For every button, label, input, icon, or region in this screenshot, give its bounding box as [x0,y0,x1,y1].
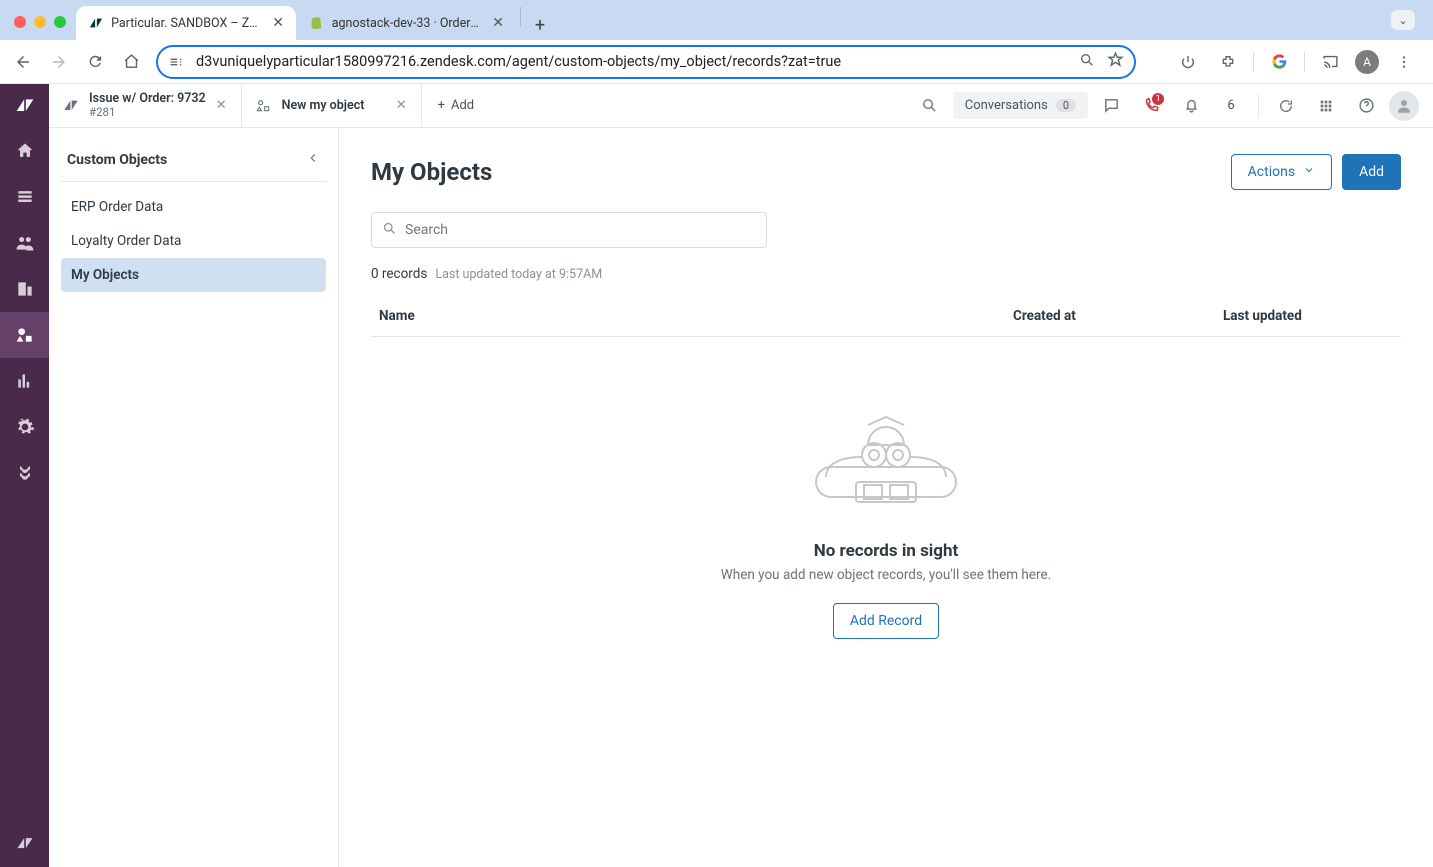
conversations-label: Conversations [965,98,1048,113]
url-text: d3vuniquelyparticular1580997216.zendesk.… [196,53,1079,70]
column-updated[interactable]: Last updated [1223,308,1393,324]
nav-views-icon[interactable] [0,174,49,220]
empty-illustration-icon [786,397,986,517]
ticket-icon [63,98,79,114]
sidebar-item[interactable]: Loyalty Order Data [61,224,326,258]
window-max-dot[interactable] [54,16,66,28]
add-tab-label: Add [451,98,474,113]
shopify-favicon-icon [308,15,324,31]
tab-divider [520,7,521,27]
google-icon[interactable] [1264,47,1294,77]
zoom-icon[interactable] [1079,52,1095,72]
site-settings-icon[interactable] [168,54,186,70]
page-title: My Objects [371,158,492,186]
nav-admin-icon[interactable] [0,404,49,450]
zendesk-favicon-icon [88,15,103,31]
nav-home-icon[interactable] [0,128,49,174]
browser-forward-button[interactable] [44,47,74,77]
bell-icon[interactable] [1174,89,1208,123]
workspace-add-tab-button[interactable]: + Add [422,84,492,127]
records-count: 0 records [371,266,427,282]
conversations-button[interactable]: Conversations 0 [953,92,1088,119]
window-controls [6,16,76,40]
empty-state: No records in sight When you add new obj… [676,397,1096,639]
product-rail [0,84,49,867]
collapse-panel-icon[interactable] [306,150,320,169]
plus-icon: + [438,98,445,113]
nav-customers-icon[interactable] [0,220,49,266]
browser-tab[interactable]: Particular. SANDBOX – Zend ✕ [76,6,296,40]
sidebar-item[interactable]: ERP Order Data [61,190,326,224]
browser-toolbar: d3vuniquelyparticular1580997216.zendesk.… [0,40,1433,84]
page-content: My Objects Actions Add [339,128,1433,867]
browser-home-button[interactable] [116,47,146,77]
browser-back-button[interactable] [8,47,38,77]
close-icon[interactable]: ✕ [216,98,227,113]
apps-grid-icon[interactable] [1309,89,1343,123]
workspace-tab-title: New my object [282,98,365,113]
call-icon[interactable]: 1 [1134,89,1168,123]
zendesk-z-icon[interactable] [0,821,49,867]
call-badge: 1 [1152,93,1164,105]
notifications-count[interactable]: 6 [1214,89,1248,123]
search-field[interactable] [405,222,756,238]
omnibar-search-icon[interactable] [913,89,947,123]
add-button[interactable]: Add [1342,154,1401,190]
browser-tab[interactable]: agnostack-dev-33 · Orders · ✕ [296,6,516,40]
side-panel: Custom Objects ERP Order Data Loyalty Or… [49,128,339,867]
tab-close-icon[interactable]: ✕ [492,15,504,31]
address-bar[interactable]: d3vuniquelyparticular1580997216.zendesk.… [156,45,1136,79]
tab-close-icon[interactable]: ✕ [272,15,284,31]
workspace-tab-bar: Issue w/ Order: 9732 #281 ✕ New my objec… [49,84,1433,128]
chat-icon[interactable] [1094,89,1128,123]
chrome-profile-avatar[interactable]: A [1355,50,1379,74]
workspace-tab[interactable]: Issue w/ Order: 9732 #281 ✕ [49,84,242,127]
chevron-down-icon [1303,164,1315,180]
workspace-tab-title: Issue w/ Order: 9732 [89,91,206,106]
power-icon[interactable] [1173,47,1203,77]
browser-tab-title: Particular. SANDBOX – Zend [111,16,260,31]
browser-reload-button[interactable] [80,47,110,77]
actions-button[interactable]: Actions [1231,154,1332,190]
workspace-tab-subtitle: #281 [89,106,206,120]
conversations-count: 0 [1056,99,1076,112]
empty-description: When you add new object records, you'll … [676,567,1096,583]
window-close-dot[interactable] [14,16,26,28]
cast-icon[interactable] [1315,47,1345,77]
help-icon[interactable] [1349,89,1383,123]
user-avatar[interactable] [1389,91,1419,121]
tab-overflow[interactable]: ⌄ [1379,10,1427,40]
nav-org-icon[interactable] [0,266,49,312]
refresh-icon[interactable] [1269,89,1303,123]
side-panel-title: Custom Objects [67,152,167,168]
chrome-menu-button[interactable] [1389,47,1419,77]
browser-tab-strip: Particular. SANDBOX – Zend ✕ agnostack-d… [0,0,1433,40]
records-last-updated: Last updated today at 9:57AM [435,267,602,282]
table-header: Name Created at Last updated [371,296,1401,337]
close-icon[interactable]: ✕ [396,98,407,113]
window-min-dot[interactable] [34,16,46,28]
column-created[interactable]: Created at [1013,308,1223,324]
nav-custom-objects-icon[interactable] [0,312,49,358]
browser-tab-title: agnostack-dev-33 · Orders · [332,16,481,31]
search-icon [382,221,397,240]
extensions-icon[interactable] [1213,47,1243,77]
zendesk-logo-icon[interactable] [0,84,49,128]
add-record-button[interactable]: Add Record [833,603,939,639]
sidebar-item[interactable]: My Objects [61,258,326,292]
object-icon [256,98,272,114]
search-input[interactable] [371,212,767,248]
workspace-tab[interactable]: New my object ✕ [242,84,422,127]
new-tab-button[interactable]: + [525,10,555,40]
nav-reporting-icon[interactable] [0,358,49,404]
column-name[interactable]: Name [379,308,1013,324]
empty-title: No records in sight [676,541,1096,561]
bookmark-star-icon[interactable] [1107,51,1124,72]
nav-apps-icon[interactable] [0,450,49,496]
